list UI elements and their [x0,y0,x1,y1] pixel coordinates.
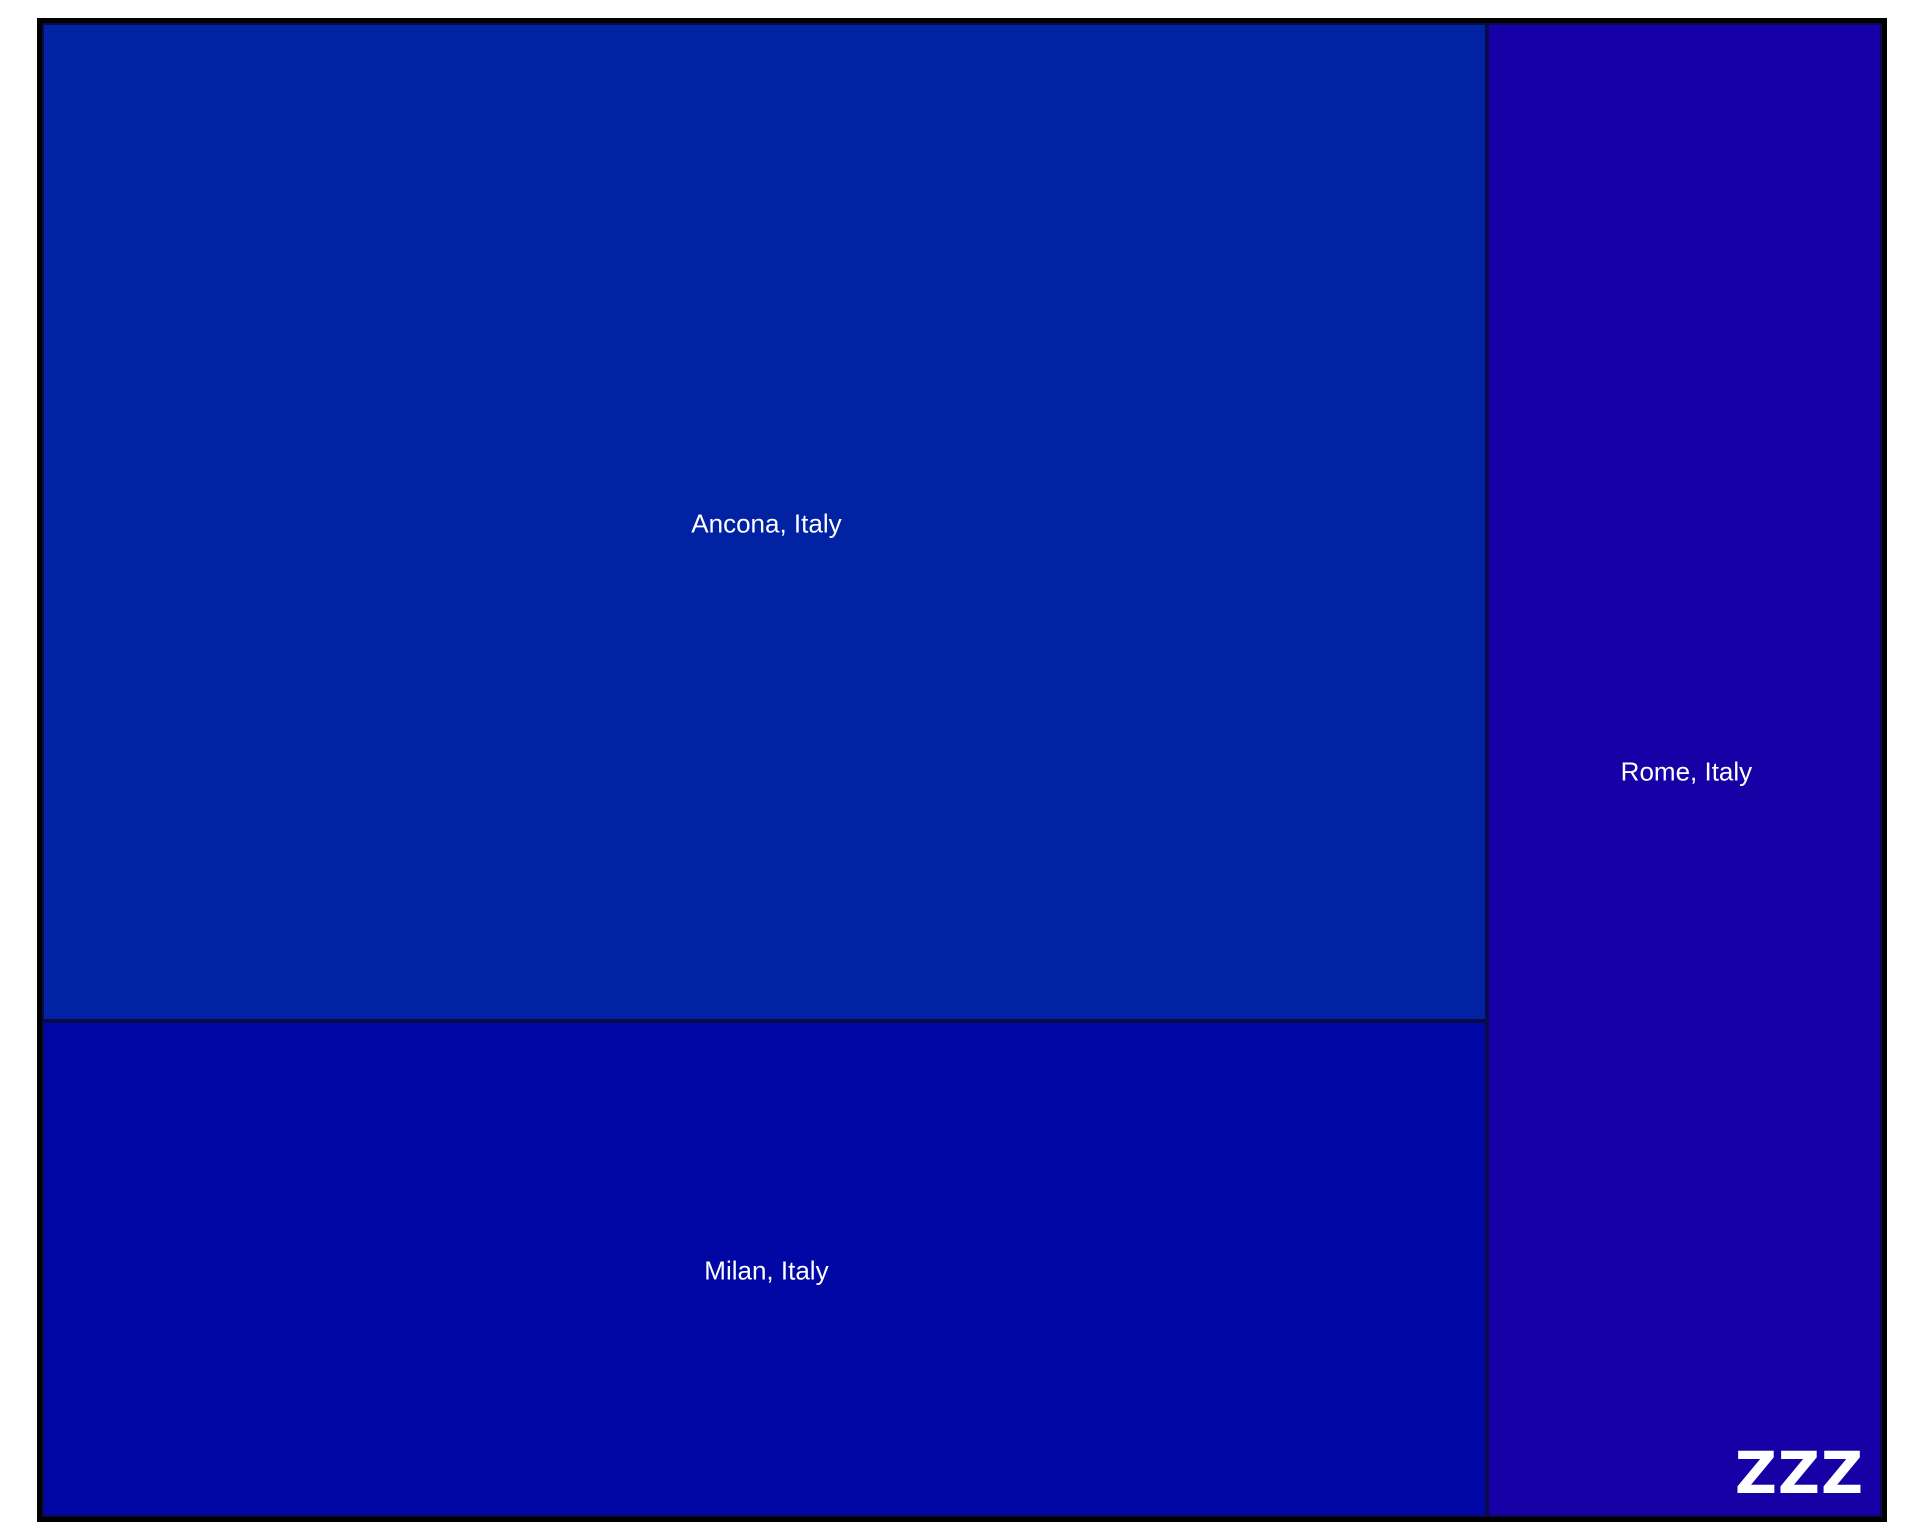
tile-rome: Rome, Italy [1486,23,1882,1517]
treemap-chart: Ancona, Italy Milan, Italy Rome, Italy Z… [37,18,1887,1522]
tile-ancona: Ancona, Italy [42,23,1487,1021]
watermark-logo: ZZZ [1734,1439,1864,1507]
tile-label-ancona: Ancona, Italy [691,508,842,539]
tile-milan: Milan, Italy [42,1021,1487,1517]
tile-label-rome: Rome, Italy [1620,756,1753,787]
tile-label-milan: Milan, Italy [704,1255,829,1286]
